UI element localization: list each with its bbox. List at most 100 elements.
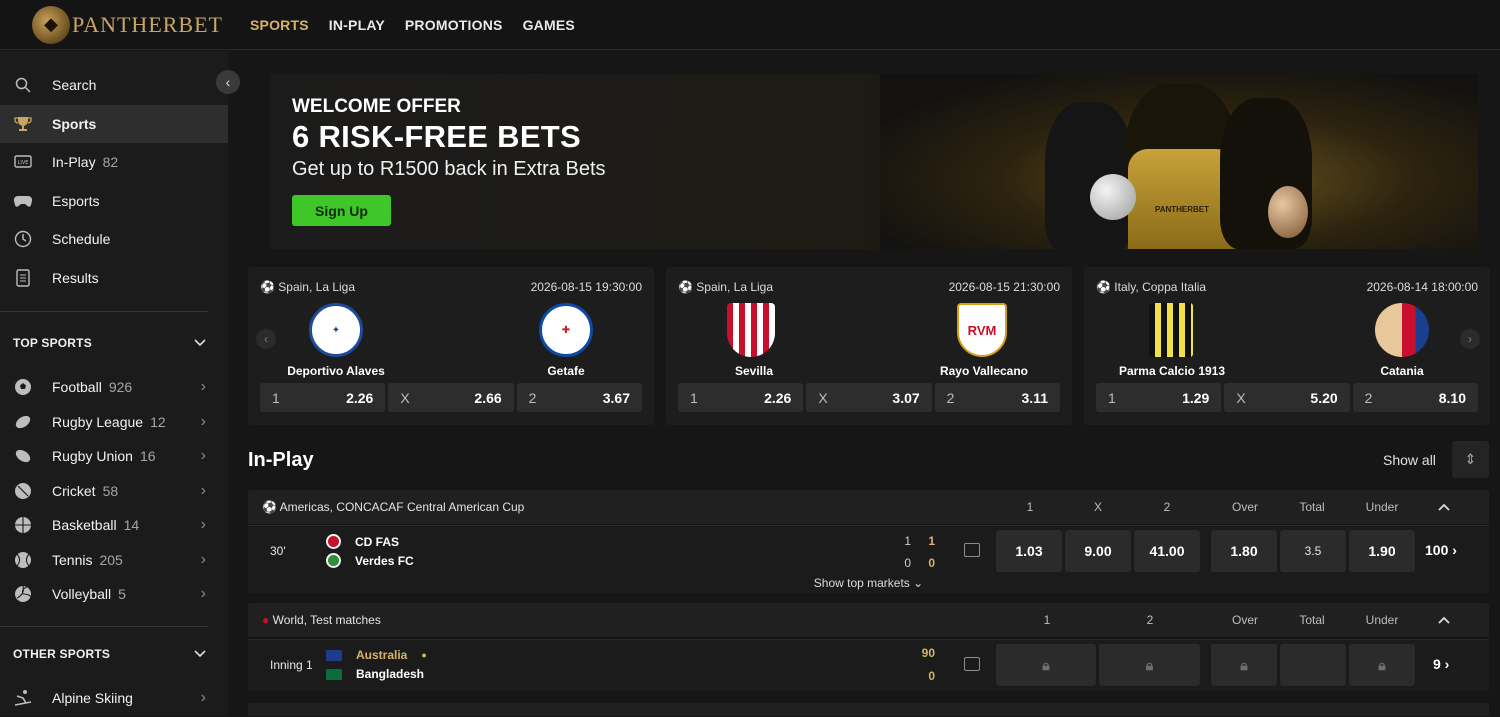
team-crest-icon (326, 553, 341, 568)
odds-home-button-locked: 🔒︎ (996, 644, 1096, 686)
column-header: 1 (1017, 613, 1077, 627)
card-league: ⚽ Spain, La Liga (260, 280, 355, 294)
other-sports-header[interactable]: OTHER SPORTS (0, 636, 228, 672)
collapse-caret-icon[interactable] (1438, 611, 1450, 627)
odds-away-button[interactable]: 28.10 (1353, 383, 1478, 412)
odds-away-button[interactable]: 23.67 (517, 383, 642, 412)
carousel-next-button[interactable]: › (1460, 329, 1480, 349)
expand-all-button[interactable]: ⇕ (1452, 441, 1489, 478)
featured-match-card[interactable]: ⚽ Spain, La Liga 2026-08-15 19:30:00 ‹ ✦… (248, 267, 654, 425)
sidebar-item-count: 205 (99, 552, 122, 568)
away-score-period: 0 (891, 556, 911, 570)
chevron-right-icon: › (201, 482, 206, 500)
match-time: 2026-08-15 19:30:00 (531, 280, 642, 294)
odds-under-button[interactable]: 1.90 (1349, 530, 1415, 572)
team-name: Australia (356, 648, 407, 662)
match-time: 2026-08-15 21:30:00 (949, 280, 1060, 294)
odds-away-button[interactable]: 23.11 (935, 383, 1060, 412)
more-markets-count: 100 (1425, 542, 1448, 558)
odds-over-button-locked: 🔒︎ (1211, 644, 1277, 686)
odds-value: 8.10 (1439, 390, 1466, 406)
sidebar-item-count: 82 (103, 154, 119, 170)
featured-match-card[interactable]: ⚽ Spain, La Liga 2026-08-15 21:30:00 RVM… (666, 267, 1072, 425)
nav-sports[interactable]: SPORTS (250, 17, 309, 33)
sidebar-item-volleyball[interactable]: Volleyball5› (0, 577, 228, 612)
in-play-title: In-Play (248, 449, 314, 472)
football-ball (1090, 174, 1136, 220)
odds-label: 2 (529, 390, 537, 406)
odds-over-button[interactable]: 1.80 (1211, 530, 1277, 572)
sidebar-item-cricket[interactable]: Cricket58› (0, 474, 228, 509)
event-row[interactable]: Inning 1 Australia ● Bangladesh 90 0 🔒︎ … (248, 639, 1489, 691)
sidebar-item-label: Alpine Skiing (52, 690, 133, 706)
sidebar-item-rugby-union[interactable]: Rugby Union16› (0, 439, 228, 474)
league-name: World, Test matches (273, 613, 381, 627)
nav-in-play[interactable]: IN-PLAY (329, 17, 385, 33)
more-markets-link[interactable]: 100 › (1425, 542, 1457, 558)
odds-draw-button[interactable]: X5.20 (1224, 383, 1349, 412)
carousel-prev-button[interactable]: ‹ (256, 329, 276, 349)
away-team: Verdes FC (326, 553, 414, 568)
nav-games[interactable]: GAMES (523, 17, 575, 33)
sidebar-item-tennis[interactable]: Tennis205› (0, 543, 228, 578)
sidebar-item-sports[interactable]: Sports (0, 105, 228, 144)
chevron-down-icon: ⌄ (913, 576, 923, 590)
sidebar-item-esports[interactable]: Esports (0, 182, 228, 221)
section-title: TOP SPORTS (13, 336, 92, 350)
odds-label: X (400, 390, 409, 406)
odds-away-button[interactable]: 41.00 (1134, 530, 1200, 572)
chevron-right-icon: › (201, 516, 206, 534)
column-header: Over (1215, 613, 1275, 627)
odds-home-button[interactable]: 12.26 (678, 383, 803, 412)
total-line: 3.5 (1280, 530, 1346, 572)
brand-logo[interactable]: ◆ PANTHERBET (32, 6, 250, 44)
column-header: Under (1352, 613, 1412, 627)
away-team-name: Rayo Vallecano (904, 364, 1064, 378)
total-line-locked (1280, 644, 1346, 686)
sidebar-collapse-button[interactable]: ‹ (216, 70, 240, 94)
home-team: CD FAS (326, 534, 399, 549)
sidebar-item-label: Search (52, 77, 96, 93)
featured-match-card[interactable]: ⚽ Italy, Coppa Italia 2026-08-14 18:00:0… (1084, 267, 1490, 425)
chevron-right-icon: › (201, 585, 206, 603)
chevron-right-icon: › (201, 551, 206, 569)
odds-label: 2 (947, 390, 955, 406)
sidebar-item-search[interactable]: Search (0, 66, 228, 105)
event-league-header[interactable]: ⚽ Americas, CONCACAF Central American Cu… (248, 490, 1489, 524)
column-header: 2 (1120, 613, 1180, 627)
gamepad-icon (12, 190, 34, 212)
away-team-name: Catania (1322, 364, 1482, 378)
sidebar-item-rugby-league[interactable]: Rugby League12› (0, 405, 228, 440)
odds-home-button[interactable]: 12.26 (260, 383, 385, 412)
basketball-icon (12, 514, 34, 536)
sidebar-item-schedule[interactable]: Schedule (0, 220, 228, 259)
top-sports-header[interactable]: TOP SPORTS (0, 325, 228, 361)
sidebar-item-football[interactable]: Football926› (0, 370, 228, 405)
sidebar-item-basketball[interactable]: Basketball14› (0, 508, 228, 543)
odds-draw-button[interactable]: 9.00 (1065, 530, 1131, 572)
home-score: 90 (915, 646, 935, 660)
show-all-link[interactable]: Show all (1383, 452, 1436, 468)
odds-draw-button[interactable]: X2.66 (388, 383, 513, 412)
promo-banner[interactable]: PANTHERBET WELCOME OFFER 6 RISK-FREE BET… (270, 74, 1478, 249)
sidebar-item-results[interactable]: Results (0, 259, 228, 298)
collapse-caret-icon[interactable] (1438, 498, 1450, 514)
odds-home-button[interactable]: 1.03 (996, 530, 1062, 572)
more-markets-link[interactable]: 9 › (1433, 656, 1449, 672)
league-name: Spain, La Liga (696, 280, 773, 294)
stats-chart-icon[interactable] (964, 543, 980, 557)
event-league-header[interactable]: ● World, Test matches 1 2 Over Total Und… (248, 603, 1489, 637)
show-top-markets-button[interactable]: Show top markets ⌄ (248, 576, 1489, 593)
stats-chart-icon[interactable] (964, 657, 980, 671)
odds-draw-button[interactable]: X3.07 (806, 383, 931, 412)
nav-promotions[interactable]: PROMOTIONS (405, 17, 503, 33)
svg-text:LIVE: LIVE (18, 160, 29, 166)
main-content: PANTHERBET WELCOME OFFER 6 RISK-FREE BET… (248, 51, 1500, 716)
chevron-right-icon: › (201, 413, 206, 431)
match-time: 2026-08-14 18:00:00 (1367, 280, 1478, 294)
sidebar-item-in-play[interactable]: LIVE In-Play 82 (0, 143, 228, 182)
sign-up-button[interactable]: Sign Up (292, 195, 391, 226)
odds-home-button[interactable]: 11.29 (1096, 383, 1221, 412)
sidebar-item-alpine-skiing[interactable]: Alpine Skiing › (0, 679, 228, 717)
event-row[interactable]: 30' CD FAS Verdes FC 1 1 0 0 1.03 9.00 4… (248, 525, 1489, 577)
